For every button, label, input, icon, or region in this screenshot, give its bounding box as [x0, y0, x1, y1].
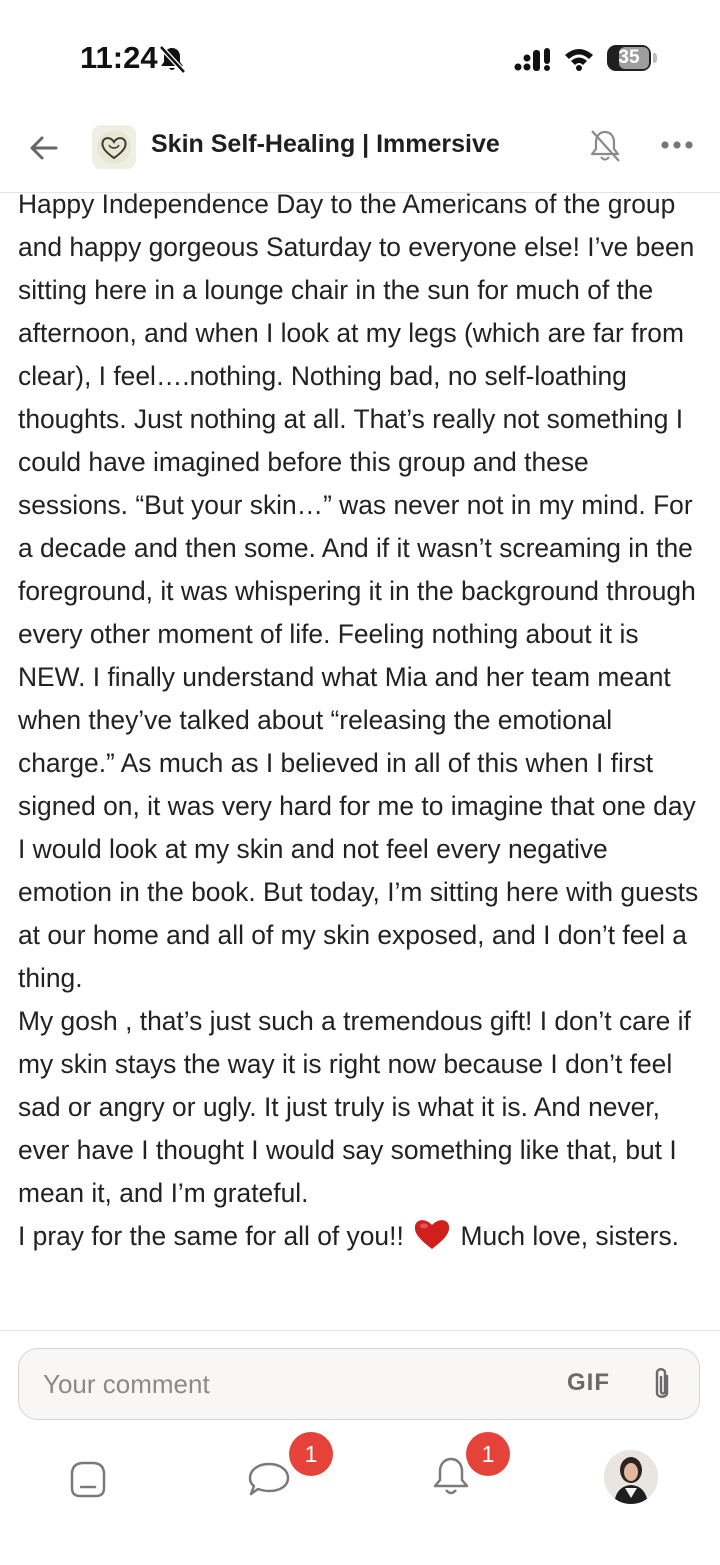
comment-bar: Your comment GIF — [0, 1330, 720, 1431]
status-bar: 11:24 35 — [0, 0, 720, 110]
chat-icon[interactable] — [246, 1458, 292, 1500]
back-arrow-icon[interactable] — [26, 130, 62, 166]
battery-percent: 35 — [618, 47, 640, 68]
paperclip-icon[interactable] — [647, 1364, 677, 1404]
status-time: 11:24 — [80, 40, 158, 75]
group-header: Skin Self-Healing | Immersive — [0, 110, 720, 193]
group-heart-logo[interactable] — [92, 125, 136, 169]
post-paragraph: I pray for the same for all of you!! Muc… — [0, 1215, 720, 1258]
group-title[interactable]: Skin Self-Healing | Immersive — [151, 130, 500, 159]
gif-button[interactable]: GIF — [567, 1369, 610, 1397]
cellular-signal-icon — [514, 48, 550, 71]
bell-off-icon[interactable] — [588, 127, 622, 165]
notifications-badge: 1 — [466, 1432, 510, 1476]
battery-cap — [653, 53, 657, 63]
post-text: Much love, sisters. — [460, 1221, 679, 1251]
bottom-nav: 1 1 — [0, 1430, 720, 1565]
red-heart-icon — [415, 1220, 450, 1249]
post-paragraph: Happy Independence Day to the Americans … — [18, 192, 699, 993]
comment-placeholder: Your comment — [43, 1369, 210, 1399]
post-text: I pray for the same for all of you!! — [18, 1221, 404, 1251]
mute-bell-icon — [159, 45, 186, 74]
more-dots-icon[interactable] — [660, 139, 694, 151]
wifi-icon — [565, 49, 593, 71]
chat-badge: 1 — [289, 1432, 333, 1476]
post-paragraph: My gosh , that’s just such a tremendous … — [18, 1006, 691, 1208]
bell-icon[interactable] — [430, 1454, 472, 1500]
home-icon[interactable] — [66, 1458, 110, 1500]
comment-input[interactable]: Your comment GIF — [18, 1348, 700, 1420]
profile-avatar[interactable] — [604, 1450, 658, 1504]
post-body: Happy Independence Day to the Americans … — [0, 192, 720, 1330]
